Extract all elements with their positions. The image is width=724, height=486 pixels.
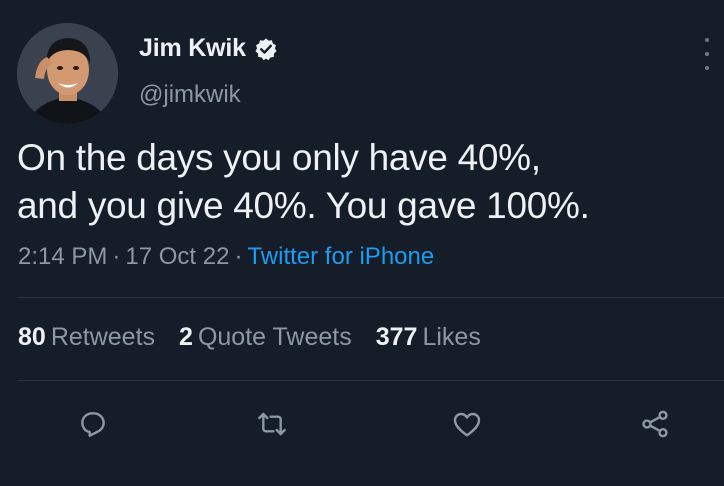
more-dot (705, 66, 709, 70)
divider (17, 297, 724, 298)
tweet-source-link[interactable]: Twitter for iPhone (247, 243, 434, 270)
likes-count: 377 (375, 323, 418, 351)
meta-separator: · (112, 243, 121, 270)
tweet-text: On the days you only have 40%, and you g… (17, 134, 707, 230)
author-handle[interactable]: @jimkwik (139, 81, 241, 109)
tweet-date[interactable]: 17 Oct 22 (125, 243, 229, 270)
retweet-icon (258, 412, 286, 436)
quote-tweets-label: Quote Tweets (197, 323, 352, 351)
retweets-label: Retweets (50, 323, 156, 351)
avatar-image (17, 23, 118, 124)
retweets-count: 80 (18, 323, 46, 351)
share-icon (642, 410, 668, 438)
verified-badge-icon (254, 37, 278, 61)
tweet-card: Jim Kwik @jimkwik On the days you only h… (0, 0, 724, 486)
retweets-stat[interactable]: 80 Retweets (18, 323, 155, 352)
likes-label: Likes (422, 323, 481, 351)
tweet-text-line: and you give 40%. You gave 100%. (17, 185, 590, 226)
quote-tweets-count: 2 (179, 323, 193, 351)
reply-button[interactable] (75, 406, 111, 442)
share-button[interactable] (637, 406, 673, 442)
meta-separator: · (234, 243, 243, 270)
tweet-time[interactable]: 2:14 PM (18, 243, 107, 270)
divider (17, 380, 724, 381)
author-name-text: Jim Kwik (139, 34, 246, 62)
tweet-text-line: On the days you only have 40%, (17, 137, 541, 178)
tweet-meta: 2:14 PM · 17 Oct 22 · Twitter for iPhone (18, 243, 434, 271)
likes-stat[interactable]: 377 Likes (376, 323, 481, 352)
like-button[interactable] (449, 406, 485, 442)
more-dot (705, 52, 709, 56)
more-options-icon[interactable] (698, 38, 716, 70)
retweet-button[interactable] (254, 406, 290, 442)
heart-icon (453, 412, 481, 437)
avatar[interactable] (17, 23, 118, 124)
author-name[interactable]: Jim Kwik (139, 34, 278, 63)
tweet-stats: 80 Retweets 2 Quote Tweets 377 Likes (18, 323, 505, 352)
quote-tweets-stat[interactable]: 2 Quote Tweets (179, 323, 352, 352)
reply-icon (81, 412, 105, 437)
more-dot (705, 38, 709, 42)
